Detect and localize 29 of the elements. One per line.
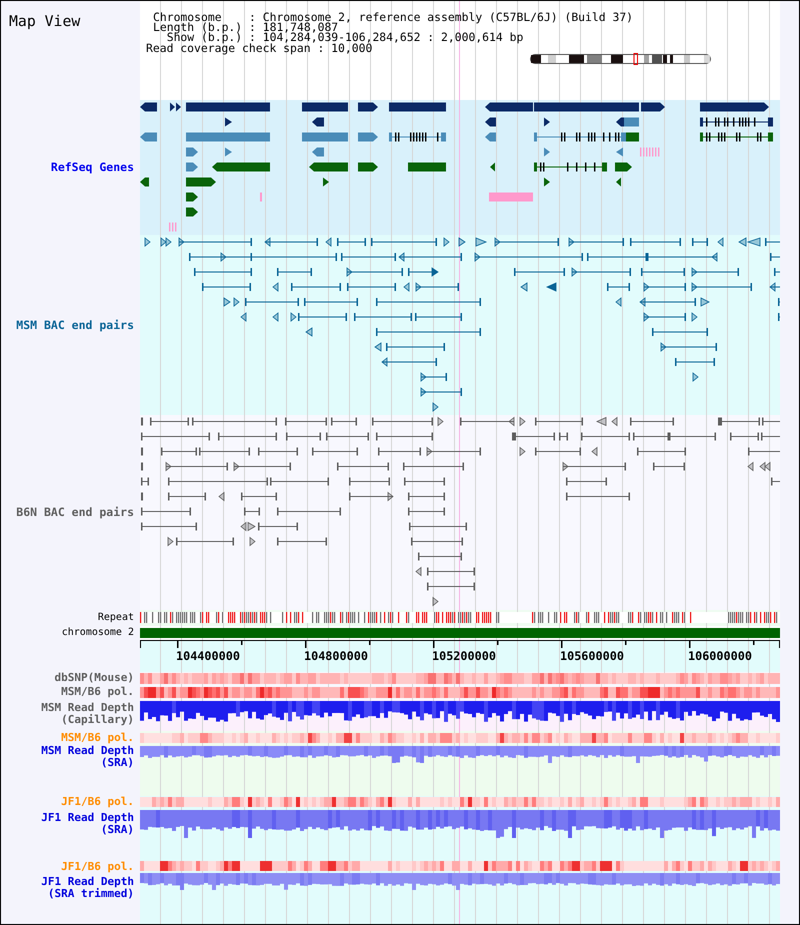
axis-label: 104400000 (176, 650, 241, 662)
track-label: Repeat (98, 612, 134, 624)
info-line: Read coverage check span : 10,000 (146, 42, 372, 53)
axis-label: 105200000 (432, 650, 497, 662)
track-label: RefSeq Genes (50, 161, 134, 174)
track-label: (SRA) (100, 824, 134, 837)
track-label: MSM/B6 pol. (61, 686, 134, 698)
track-label: JF1 Read Depth (41, 876, 134, 888)
info-line: Show (b.p.) : 104,284,039-106,284,652 : 2,000,614 bp (166, 32, 524, 43)
axis-label: 105600000 (560, 650, 625, 662)
axis-label: 106000000 (688, 650, 752, 662)
track-label: (Capillary) (61, 714, 134, 727)
track-label: (SRA trimmed) (48, 888, 134, 901)
track-label: JF1/B6 pol. (61, 796, 134, 808)
track-label: MSM Read Depth (41, 702, 134, 714)
track-label: MSM Read Depth (41, 745, 134, 758)
info-line: Chromosome : Chromosome 2, reference assembly (C57BL/6J) (Build 37) (153, 12, 634, 22)
track-label: chromosome 2 (62, 627, 134, 640)
track-label: (SRA) (100, 757, 134, 770)
axis-label: 104800000 (304, 650, 369, 662)
track-label: dbSNP(Mouse) (54, 672, 134, 684)
track-label: JF1/B6 pol. (61, 861, 134, 874)
track-label: MSM/B6 pol. (61, 732, 134, 744)
track-label: MSM BAC end pairs (16, 318, 134, 332)
track-label: B6N BAC end pairs (16, 506, 134, 519)
page-title: Map View (9, 14, 80, 30)
info-line: Length (b.p.) : 181,748,087 (153, 22, 338, 32)
region-marker-icon (634, 52, 638, 65)
track-label: JF1 Read Depth (41, 812, 134, 824)
